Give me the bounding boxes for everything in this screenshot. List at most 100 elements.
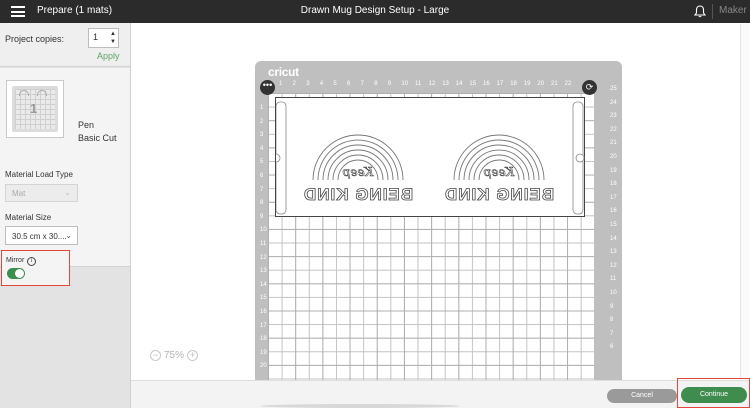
design-block-text: BEING KIND: [444, 185, 554, 204]
ruler-right-label: 14: [610, 235, 617, 242]
ruler-right-label: 16: [610, 208, 617, 215]
ruler-left-label: 10: [260, 227, 267, 234]
ruler-top-label: 1: [279, 81, 283, 87]
ruler-top-label: 6: [347, 81, 351, 87]
ruler-top-label: 2: [292, 81, 296, 87]
mat-number-icon: 1: [30, 101, 38, 116]
ruler-right-label: 6: [610, 344, 614, 351]
ruler-right-label: 9: [610, 303, 614, 310]
rotate-icon[interactable]: ⟳: [582, 80, 597, 95]
project-copies-label: Project copies:: [5, 34, 65, 44]
ruler-right-label: 11: [610, 276, 617, 283]
material-load-type-value: Mat: [12, 189, 26, 198]
ruler-left-label: 18: [260, 336, 267, 343]
zoom-value: 75%: [164, 350, 185, 361]
ruler-left-label: 3: [260, 132, 264, 139]
ruler-left-label: 7: [260, 186, 264, 193]
ruler-top-label: 17: [496, 81, 504, 87]
chevron-down-icon: ⌄: [64, 188, 71, 197]
zoom-out-icon[interactable]: −: [150, 350, 161, 361]
zoom-in-icon[interactable]: +: [187, 350, 199, 361]
ruler-right-label: 18: [610, 181, 617, 188]
ruler-top-label: 10: [401, 81, 409, 87]
ruler-right-label: 17: [610, 194, 617, 201]
ruler-right-label: 10: [610, 290, 617, 296]
more-options-icon[interactable]: •••: [260, 80, 275, 95]
ruler-left-label: 19: [260, 349, 267, 356]
info-icon[interactable]: i: [27, 257, 36, 266]
mug-design[interactable]: Keep BEING KIND Keep BEING KIND: [271, 97, 585, 217]
ruler-right-label: 13: [610, 249, 617, 256]
material-size-select[interactable]: 30.5 cm x 30.... ⌄: [5, 226, 78, 245]
ruler-top-label: 8: [374, 81, 378, 87]
ruler-top-label: 9: [387, 81, 392, 87]
vertical-scrollbar[interactable]: [740, 24, 749, 379]
mat-settings: 1 Pen Basic Cut Material Load Type Mat ⌄…: [0, 68, 130, 267]
ruler-left-label: 16: [260, 309, 267, 315]
stepper-arrows-icon[interactable]: ▲ ▼: [110, 30, 116, 46]
design-artwork: Keep BEING KIND Keep BEING KIND: [271, 101, 585, 215]
material-size-label: Material Size: [5, 213, 52, 222]
left-panel: Project copies: 1 ▲ ▼ Apply 1 Pen Basic C…: [0, 23, 131, 408]
ruler-left-label: 14: [260, 281, 267, 288]
rainbow-icon: [37, 90, 47, 96]
project-copies-value: 1: [93, 32, 99, 42]
mat-shadow: [260, 404, 460, 408]
ruler-top-label: 19: [523, 81, 531, 87]
ruler-left-label: 2: [260, 118, 264, 125]
ruler-top-label: 5: [333, 81, 337, 87]
ruler-top-label: 3: [306, 81, 310, 87]
cancel-button[interactable]: Cancel: [607, 389, 677, 403]
design-block-text: BEING KIND: [303, 185, 413, 204]
ruler-left-label: 17: [260, 322, 267, 329]
tool-label: Pen: [78, 120, 95, 130]
user-name[interactable]: Maker: [719, 5, 747, 16]
mirror-toggle[interactable]: [7, 268, 25, 279]
ruler-right-label: 23: [610, 113, 617, 120]
ruler-top-label: 16: [483, 81, 490, 87]
ruler-right-label: 19: [610, 167, 617, 174]
material-size-value: 30.5 cm x 30....: [12, 232, 67, 241]
ruler-left-label: 1: [260, 105, 264, 111]
ruler-left-label: 8: [260, 200, 264, 207]
project-copies-input[interactable]: 1 ▲ ▼: [88, 28, 119, 48]
ruler-right-label: 8: [610, 317, 614, 324]
apply-button[interactable]: Apply: [97, 51, 120, 61]
ruler-left-label: 15: [260, 295, 267, 302]
ruler-right-label: 20: [610, 154, 617, 160]
ruler-top-label: 13: [442, 81, 449, 87]
ruler-right-label: 24: [610, 99, 617, 106]
ruler-left-label: 20: [260, 363, 267, 370]
ruler-right-label: 25: [610, 86, 617, 92]
zoom-control: −75% +: [150, 350, 199, 361]
mirror-label: Mirror: [6, 257, 25, 264]
ruler-left-label: 13: [260, 268, 267, 275]
mat-thumbnail[interactable]: 1: [6, 80, 64, 138]
bell-icon[interactable]: [694, 5, 706, 18]
top-bar: Prepare (1 mats) Drawn Mug Design Setup …: [0, 0, 750, 23]
ruler-top-label: 4: [319, 81, 324, 87]
ruler-right-label: 22: [610, 126, 617, 133]
ruler-left-label: 6: [260, 173, 264, 179]
cricut-logo: cricut: [268, 65, 299, 79]
ruler-top-label: 21: [551, 81, 558, 87]
ruler-top-label: 11: [415, 81, 422, 87]
design-script-text: Keep: [342, 165, 374, 179]
ruler-top-label: 18: [510, 81, 517, 87]
ruler-top-label: 22: [564, 81, 572, 87]
ruler-left-label: 9: [260, 213, 264, 220]
ruler-right-label: 12: [610, 262, 617, 269]
divider: [712, 4, 713, 19]
ruler-left-label: 12: [260, 254, 267, 261]
ruler-right-label: 15: [610, 222, 617, 228]
rainbow-icon: [19, 90, 29, 96]
material-load-type-select[interactable]: Mat ⌄: [5, 184, 78, 202]
ruler-right-label: 21: [610, 140, 617, 147]
ruler-top-label: 14: [455, 81, 463, 87]
mirror-section: Mirror i: [1, 250, 70, 286]
chevron-down-icon: ⌄: [65, 231, 72, 240]
continue-button[interactable]: Continue: [681, 387, 747, 403]
ruler-top-label: 20: [537, 81, 545, 87]
ruler-right-label: 7: [610, 330, 614, 337]
project-title: Drawn Mug Design Setup - Large: [300, 5, 450, 16]
